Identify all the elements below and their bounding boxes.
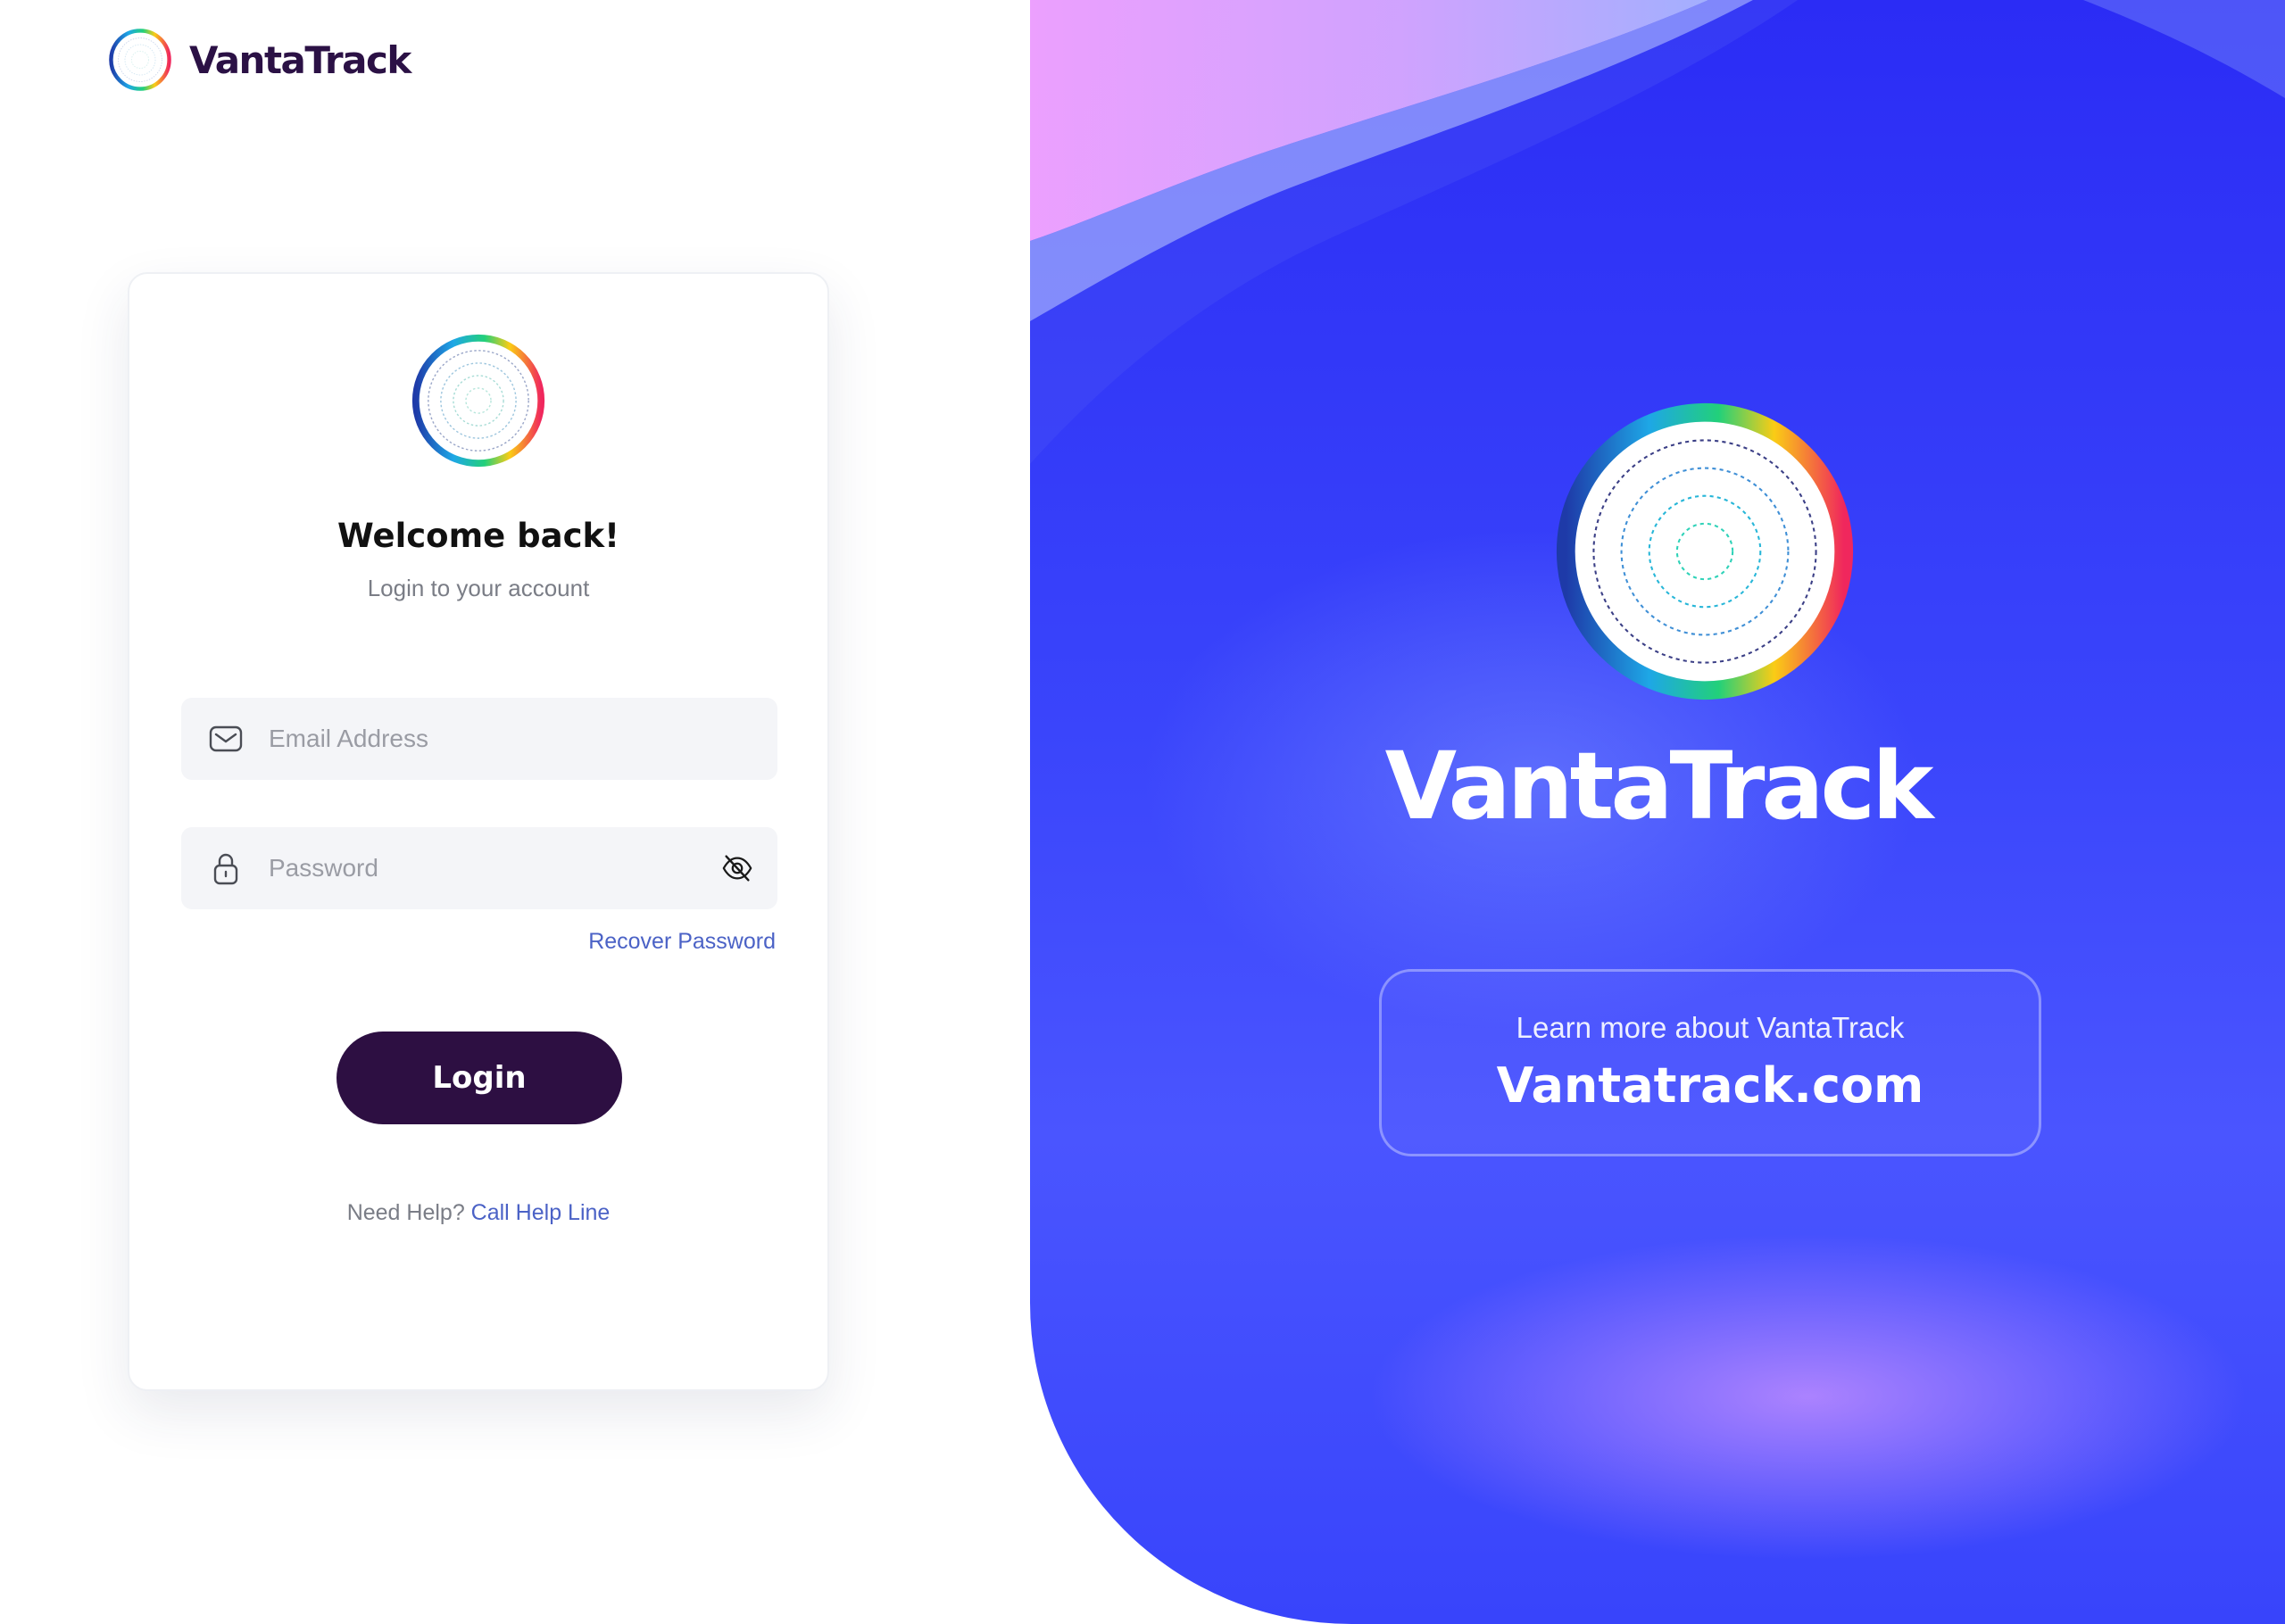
card-logo-icon (411, 334, 545, 468)
learn-more-text: Learn more about VantaTrack (1516, 1011, 1905, 1044)
brand-logo-icon (109, 29, 171, 91)
hero-logo-icon (1556, 402, 1854, 700)
header-brand[interactable]: VantaTrack (107, 27, 411, 93)
login-subtitle: Login to your account (367, 575, 590, 601)
eye-off-icon[interactable] (720, 851, 754, 885)
brand-name: VantaTrack (189, 37, 411, 82)
call-help-line-link[interactable]: Call Help Line (471, 1200, 611, 1225)
welcome-heading: Welcome back! (337, 517, 620, 555)
envelope-icon (209, 725, 243, 752)
email-input[interactable] (269, 698, 661, 780)
password-input[interactable] (269, 827, 661, 909)
recover-password-link[interactable]: Recover Password (588, 929, 776, 955)
password-field[interactable] (181, 827, 777, 909)
hero-panel: VantaTrack Learn more about VantaTrack V… (1030, 0, 2285, 1624)
login-card: Welcome back! Login to your account Reco… (128, 272, 829, 1391)
hero-brand-name: VantaTrack (1384, 732, 1934, 841)
website-link[interactable]: Vantatrack.com (1382, 1057, 2039, 1114)
help-prefix: Need Help? (346, 1200, 465, 1225)
lock-icon (213, 853, 238, 885)
login-button[interactable]: Login (337, 1032, 622, 1124)
help-line: Need Help? Call Help Line (129, 1200, 827, 1226)
email-field[interactable] (181, 698, 777, 780)
learn-more-box[interactable]: Learn more about VantaTrack Vantatrack.c… (1379, 969, 2041, 1156)
